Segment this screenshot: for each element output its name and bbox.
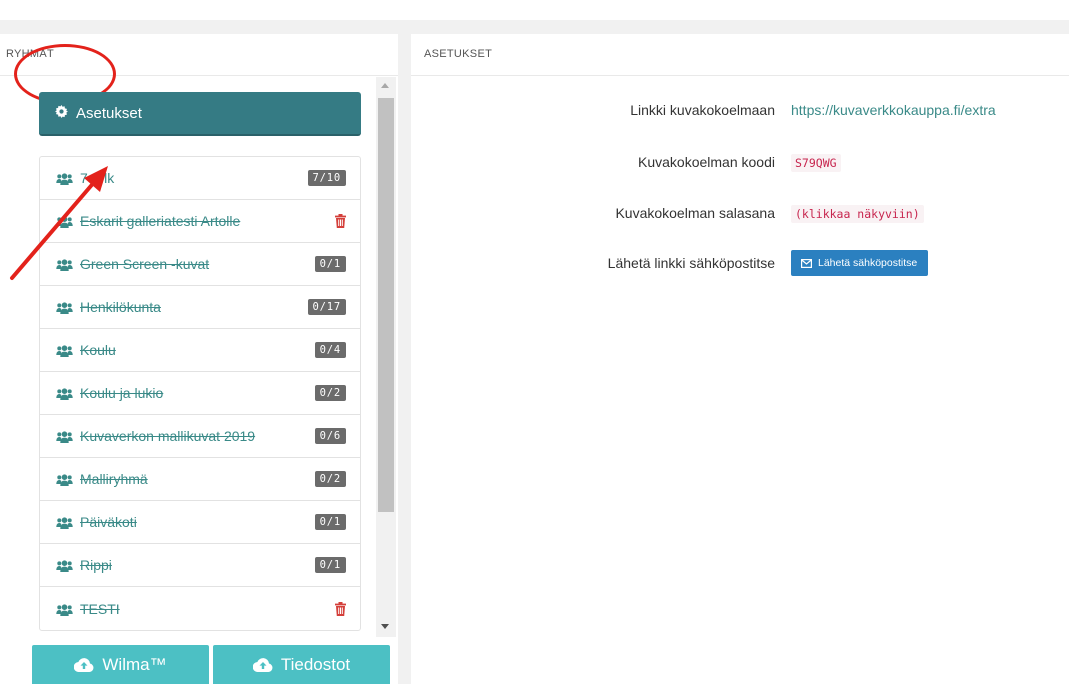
send-email-button-label: Lähetä sähköpostitse — [818, 257, 918, 269]
bottom-buttons: Wilma™ Tiedostot — [32, 645, 390, 684]
users-icon — [56, 603, 73, 616]
cloud-upload-icon — [252, 657, 273, 672]
collection-code: S79QWG — [791, 154, 841, 172]
settings-panel-header: ASETUKSET — [411, 34, 1069, 76]
settings-button[interactable]: Asetukset — [39, 92, 361, 136]
group-name: Koulu ja lukio — [80, 385, 164, 401]
code-row: Kuvakokoelman koodi S79QWG — [411, 147, 1069, 177]
group-list-item[interactable]: Kuvaverkon mallikuvat 2019 0/6 — [40, 415, 360, 458]
users-icon — [56, 387, 73, 400]
group-count-badge: 0/2 — [314, 385, 346, 401]
group-count-badge: 0/4 — [314, 342, 346, 358]
password-reveal[interactable]: (klikkaa näkyviin) — [791, 205, 924, 223]
trash-icon[interactable] — [335, 214, 346, 228]
gear-icon — [55, 105, 68, 121]
envelope-icon — [801, 258, 812, 268]
group-name: Rippi — [80, 557, 112, 573]
trash-icon[interactable] — [335, 601, 346, 616]
password-row: Kuvakokoelman salasana (klikkaa näkyviin… — [411, 198, 1069, 228]
group-count-badge: 0/6 — [314, 428, 346, 444]
group-count-badge: 0/1 — [314, 256, 346, 272]
group-list-item[interactable]: Koulu ja lukio 0/2 — [40, 372, 360, 415]
users-icon — [56, 301, 73, 314]
files-button[interactable]: Tiedostot — [213, 645, 390, 684]
group-count-badge: 0/1 — [314, 514, 346, 530]
settings-button-label: Asetukset — [76, 104, 142, 122]
users-icon — [56, 430, 73, 443]
scroll-down-arrow-icon[interactable] — [381, 624, 389, 629]
scrollbar-thumb[interactable] — [378, 98, 394, 512]
link-row: Linkki kuvakokoelmaan https://kuvaverkko… — [411, 95, 1069, 125]
top-strip — [0, 0, 1069, 20]
wilma-button-label: Wilma™ — [102, 654, 167, 674]
group-name: Päiväkoti — [80, 514, 137, 530]
group-name: Henkilökunta — [80, 299, 161, 315]
group-list-item[interactable]: Koulu 0/4 — [40, 329, 360, 372]
groups-panel: RYHMÄT Asetukset 7-9 lk7/10Eskarit galle… — [0, 34, 398, 684]
group-list-item[interactable]: Malliryhmä 0/2 — [40, 458, 360, 501]
group-count-badge: 0/17 — [307, 299, 346, 315]
group-name: Kuvaverkon mallikuvat 2019 — [80, 428, 256, 444]
wilma-button[interactable]: Wilma™ — [32, 645, 209, 684]
code-label: Kuvakokoelman koodi — [638, 154, 775, 170]
group-name: Malliryhmä — [80, 471, 148, 487]
users-icon — [56, 516, 73, 529]
email-label: Lähetä linkki sähköpostitse — [607, 255, 775, 271]
password-label: Kuvakokoelman salasana — [615, 205, 775, 221]
link-label: Linkki kuvakokoelmaan — [630, 102, 775, 118]
users-icon — [56, 473, 73, 486]
group-name: TESTI — [80, 600, 120, 617]
group-list-item[interactable]: Päiväkoti 0/1 — [40, 501, 360, 544]
group-list-item[interactable]: Rippi 0/1 — [40, 544, 360, 587]
files-button-label: Tiedostot — [280, 654, 351, 674]
cloud-upload-icon — [74, 657, 94, 672]
users-icon — [56, 559, 73, 572]
group-count-badge: 7/10 — [307, 170, 346, 186]
scrollbar[interactable] — [376, 77, 396, 637]
group-count-badge: 0/2 — [314, 471, 346, 487]
group-list-item[interactable]: TESTI — [40, 587, 360, 630]
scroll-up-arrow-icon[interactable] — [381, 83, 389, 88]
group-list-item[interactable]: Henkilökunta 0/17 — [40, 286, 360, 329]
collection-link[interactable]: https://kuvaverkkokauppa.fi/extra — [791, 102, 996, 118]
send-email-button[interactable]: Lähetä sähköpostitse — [791, 250, 929, 276]
group-name: Koulu — [80, 342, 116, 358]
users-icon — [56, 344, 73, 357]
group-count-badge: 0/1 — [314, 557, 346, 573]
red-arrow-annotation — [10, 166, 108, 280]
settings-panel: ASETUKSET Linkki kuvakokoelmaan https://… — [411, 34, 1069, 684]
email-row: Lähetä linkki sähköpostitse Lähetä sähkö… — [411, 248, 1069, 278]
